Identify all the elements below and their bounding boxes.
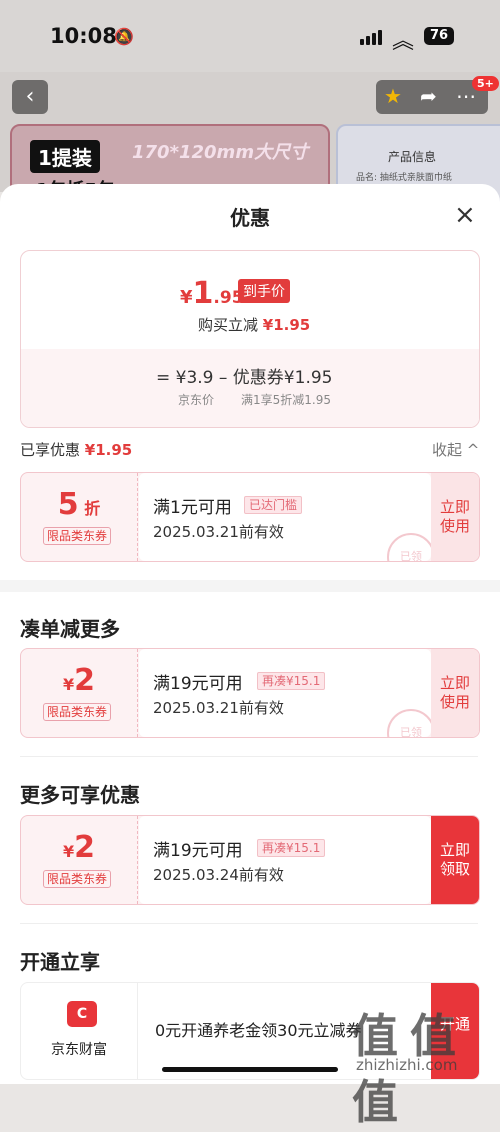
message-badge: 5+: [472, 76, 499, 91]
coupon-expiry: 2025.03.21前有效: [153, 699, 284, 717]
coupon-value-area: ¥2 限品类东券: [21, 649, 137, 737]
coupon-note: 再凑¥15.1: [257, 839, 326, 857]
coupon-amount: ¥2: [62, 663, 95, 698]
status-time: 10:08: [50, 24, 117, 48]
coupon-condition: 满1元可用: [153, 498, 232, 518]
section-title-more: 凑单减更多: [20, 617, 120, 641]
coupon-condition: 满19元可用: [153, 674, 243, 694]
section-separator: [20, 923, 478, 924]
coupon-value-area: 5 折 限品类东券: [21, 473, 137, 561]
coupon-card: ¥2 限品类东券 满19元可用 再凑¥15.1 2025.03.21前有效 已领…: [20, 648, 480, 738]
jd-price-caption: 京东价: [178, 393, 215, 407]
summary-breakdown-area: [21, 349, 479, 427]
coupon-card: 5 折 限品类东券 满1元可用 已达门槛 2025.03.21前有效 已领 立即…: [20, 472, 480, 562]
coupon-card: ¥2 限品类东券 满19元可用 再凑¥15.1 2025.03.24前有效 立即…: [20, 815, 480, 905]
section-title-open: 开通立享: [20, 950, 100, 974]
share-icon[interactable]: ➦: [420, 84, 437, 108]
coupon-value-area: ¥2 限品类东券: [21, 816, 137, 904]
claimed-stamp: 已领: [387, 533, 435, 561]
section-divider: [0, 580, 500, 592]
price-formula: = ¥3.9 – 优惠券¥1.95: [156, 368, 333, 388]
use-now-button[interactable]: 立即使用: [431, 649, 479, 737]
jd-finance-offer-text: 0元开通养老金领30元立减券: [155, 1021, 362, 1040]
coupon-expiry: 2025.03.24前有效: [153, 866, 284, 884]
jd-finance-brand-area: C 京东财富: [21, 983, 138, 1079]
use-now-button[interactable]: 立即使用: [431, 473, 479, 561]
coupon-caption: 满1享5折减1.95: [241, 393, 331, 407]
banner-size-text: 170*120mm大尺寸: [132, 142, 309, 163]
close-icon[interactable]: ×: [454, 202, 476, 228]
claim-now-button[interactable]: 立即领取: [431, 816, 479, 904]
jd-finance-logo-icon: C: [67, 1001, 97, 1027]
banner-tag: 1提装: [30, 140, 100, 173]
buy-reduce-text: 购买立减 ¥1.95: [198, 316, 311, 334]
back-button[interactable]: ‹: [12, 80, 48, 114]
chevron-left-icon: ‹: [25, 84, 35, 109]
coupon-body: 满19元可用 再凑¥15.1 2025.03.21前有效 已领: [139, 649, 435, 737]
coupon-scope: 限品类东券: [43, 870, 112, 888]
section-separator: [20, 756, 478, 757]
favorite-star-icon[interactable]: ★: [384, 84, 402, 108]
product-info-line: 品名: 抽纸式亲肤面巾纸: [356, 173, 452, 183]
coupon-condition: 满19元可用: [153, 841, 243, 861]
coupon-note: 再凑¥15.1: [257, 672, 326, 690]
wifi-icon: ︽: [392, 29, 415, 54]
coupon-body: 满1元可用 已达门槛 2025.03.21前有效 已领: [139, 473, 435, 561]
section-title-extra: 更多可享优惠: [20, 783, 140, 807]
coupon-scope: 限品类东券: [43, 527, 112, 545]
product-info-title: 产品信息: [388, 150, 437, 164]
jd-finance-name: 京东财富: [51, 1042, 107, 1058]
cellular-signal-icon: [360, 30, 382, 45]
status-bar: 10:08 🔕 ︽ 76: [0, 0, 500, 72]
home-indicator: [162, 1067, 338, 1072]
coupon-body: 满19元可用 再凑¥15.1 2025.03.24前有效: [139, 816, 431, 904]
coupon-scope: 限品类东券: [43, 703, 112, 721]
coupon-note: 已达门槛: [244, 496, 303, 514]
collapse-toggle[interactable]: 收起 ^: [432, 439, 479, 460]
coupon-expiry: 2025.03.21前有效: [153, 523, 284, 541]
coupon-divider: [137, 816, 138, 904]
mute-bell-icon: 🔕: [114, 27, 134, 46]
sheet-title: 优惠: [230, 206, 270, 230]
coupon-divider: [137, 473, 138, 561]
final-price: ¥1.95: [180, 276, 244, 311]
coupon-divider: [137, 649, 138, 737]
final-price-tag: 到手价: [238, 279, 290, 303]
coupon-amount: 5 折: [57, 487, 101, 522]
watermark-url: zhizhizhi.com: [356, 1056, 458, 1074]
battery-indicator: 76: [424, 27, 454, 45]
enjoyed-discount-label: 已享优惠 ¥1.95: [20, 441, 133, 459]
claimed-stamp: 已领: [387, 709, 435, 737]
coupon-amount: ¥2: [62, 830, 95, 865]
